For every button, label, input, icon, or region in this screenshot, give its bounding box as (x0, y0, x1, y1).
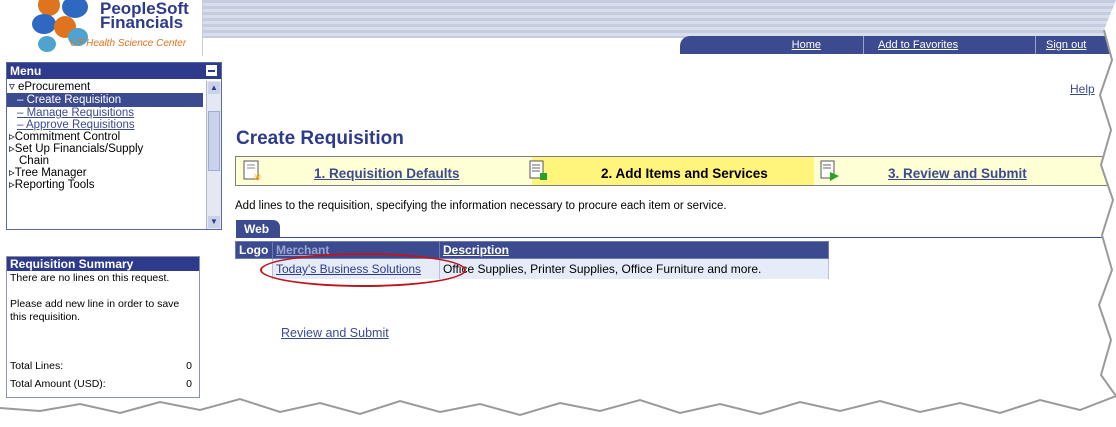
instructions-text: Add lines to the requisition, specifying… (235, 200, 727, 212)
merchant-grid: Logo Merchant Description Today's Busine… (235, 241, 829, 279)
scroll-up-icon[interactable]: ▲ (208, 82, 220, 94)
sign-out-link[interactable]: Sign out (1036, 36, 1116, 54)
menu-item-reporting-tools[interactable]: ▹Reporting Tools (7, 179, 203, 191)
menu-scrollbar[interactable]: ▲ ▼ (206, 81, 221, 229)
add-to-favorites-link[interactable]: Add to Favorites (864, 36, 1036, 54)
review-submit-icon (820, 160, 839, 181)
scroll-down-icon[interactable]: ▼ (208, 216, 220, 228)
menu-item-setup-financials-cont[interactable]: Chain (7, 155, 203, 167)
menu-pagelet: Menu ▿ eProcurement – Create Requisition… (6, 62, 222, 230)
scroll-thumb[interactable] (208, 111, 220, 171)
menu-title-text: Menu (10, 64, 42, 78)
peoplesoft-logo[interactable]: PeopleSoft Financials UT Health Science … (6, 0, 203, 56)
requisition-summary: Requisition Summary There are no lines o… (6, 256, 200, 398)
merchant-cell: Today's Business Solutions (272, 258, 440, 279)
menu-list: ▿ eProcurement – Create Requisition – Ma… (7, 81, 203, 191)
menu-item-setup-financials[interactable]: ▹Set Up Financials/Supply (7, 143, 203, 155)
total-lines-row: Total Lines: 0 (10, 360, 192, 372)
menu-item-commitment-control[interactable]: ▹Commitment Control (7, 131, 203, 143)
summary-hint: Please add new line in order to save thi… (10, 298, 180, 323)
top-nav: Home Add to Favorites Sign out (680, 36, 1116, 54)
total-lines-label: Total Lines: (10, 360, 64, 372)
col-logo: Logo (235, 241, 273, 259)
org-name: UT Health Science Center (70, 38, 187, 49)
tab-web[interactable]: Web (236, 220, 280, 238)
table-row: Today's Business Solutions Office Suppli… (235, 258, 829, 279)
grid-header-row: Logo Merchant Description (235, 241, 829, 259)
total-amount-value: 0 (186, 378, 192, 390)
menu-title: Menu (7, 63, 221, 79)
step-add-items-and-services: 2. Add Items and Services (601, 166, 768, 181)
menu-item-tree-manager[interactable]: ▹Tree Manager (7, 167, 203, 179)
home-link[interactable]: Home (680, 36, 864, 54)
svg-text:✳: ✳ (253, 171, 262, 182)
summary-no-lines: There are no lines on this request. (10, 272, 170, 284)
total-amount-label: Total Amount (USD): (10, 378, 106, 390)
requisition-defaults-icon: ✳ (243, 160, 262, 182)
col-description[interactable]: Description (439, 241, 829, 259)
brand-name: PeopleSoft Financials (100, 0, 189, 32)
review-and-submit-link[interactable]: Review and Submit (281, 326, 389, 340)
header-banner (203, 0, 1116, 38)
merchant-logo-cell (235, 258, 273, 279)
summary-title: Requisition Summary (7, 257, 199, 271)
step-requisition-defaults[interactable]: 1. Requisition Defaults (314, 166, 460, 181)
header: PeopleSoft Financials UT Health Science … (0, 0, 1116, 58)
total-amount-row: Total Amount (USD): 0 (10, 378, 192, 390)
step-bar: ✳ 1. Requisition Defaults 2. Add Items a… (235, 156, 1116, 186)
menu-item-manage-requisitions[interactable]: – Manage Requisitions (7, 107, 203, 119)
minimize-icon[interactable] (206, 65, 217, 76)
step-review-and-submit[interactable]: 3. Review and Submit (888, 166, 1027, 181)
folder-open-icon: ▿ (9, 81, 15, 93)
help-link[interactable]: Help (1070, 82, 1095, 96)
col-merchant[interactable]: Merchant (272, 241, 440, 259)
menu-item-eprocurement[interactable]: ▿ eProcurement (7, 81, 203, 93)
menu-item-approve-requisitions[interactable]: – Approve Requisitions (7, 119, 203, 131)
menu-item-create-requisition[interactable]: – Create Requisition (7, 93, 203, 107)
description-cell: Office Supplies, Printer Supplies, Offic… (439, 258, 829, 279)
merchant-link[interactable]: Today's Business Solutions (276, 262, 421, 276)
add-items-icon (529, 160, 547, 180)
total-lines-value: 0 (186, 360, 192, 372)
tab-underline (280, 237, 1116, 238)
page-title: Create Requisition (236, 128, 404, 149)
